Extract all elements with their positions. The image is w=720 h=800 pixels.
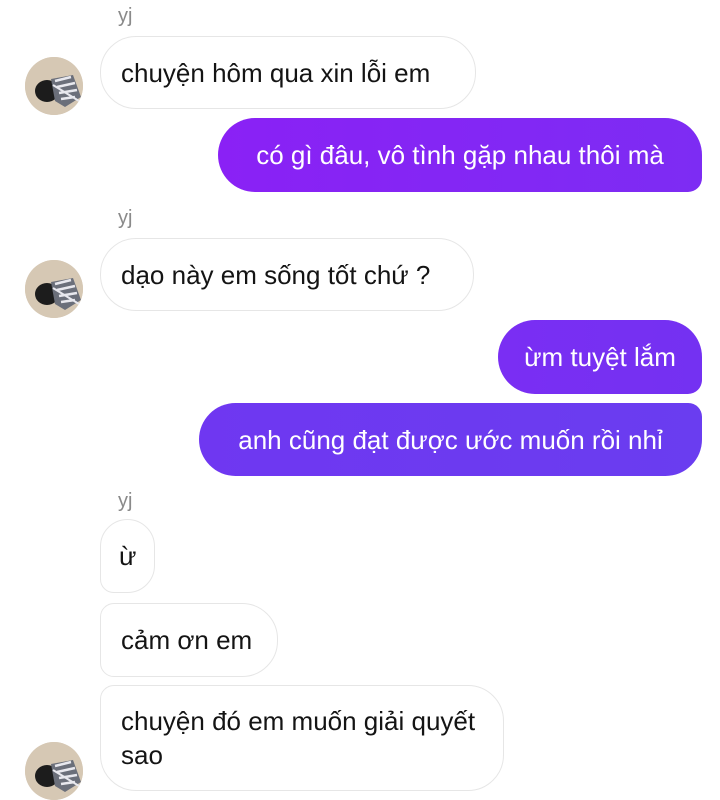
incoming-message[interactable]: dạo này em sống tốt chứ ? bbox=[100, 238, 474, 311]
incoming-message[interactable]: chuyện hôm qua xin lỗi em bbox=[100, 36, 476, 109]
user-photo-icon bbox=[25, 260, 83, 318]
sender-name: yj bbox=[118, 5, 133, 27]
user-photo-icon bbox=[25, 57, 83, 115]
incoming-message[interactable]: cảm ơn em bbox=[100, 603, 278, 677]
contact-avatar[interactable] bbox=[25, 260, 83, 318]
sender-name: yj bbox=[118, 490, 133, 512]
sender-name: yj bbox=[118, 207, 133, 229]
incoming-message[interactable]: ừ bbox=[100, 519, 155, 593]
contact-avatar[interactable] bbox=[25, 742, 83, 800]
user-photo-icon bbox=[25, 742, 83, 800]
outgoing-message[interactable]: anh cũng đạt được ước muốn rồi nhỉ bbox=[199, 403, 702, 476]
outgoing-message[interactable]: ừm tuyệt lắm bbox=[498, 320, 702, 394]
outgoing-message[interactable]: có gì đâu, vô tình gặp nhau thôi mà bbox=[218, 118, 702, 192]
contact-avatar[interactable] bbox=[25, 57, 83, 115]
incoming-message[interactable]: chuyện đó em muốn giải quyết sao bbox=[100, 685, 504, 791]
